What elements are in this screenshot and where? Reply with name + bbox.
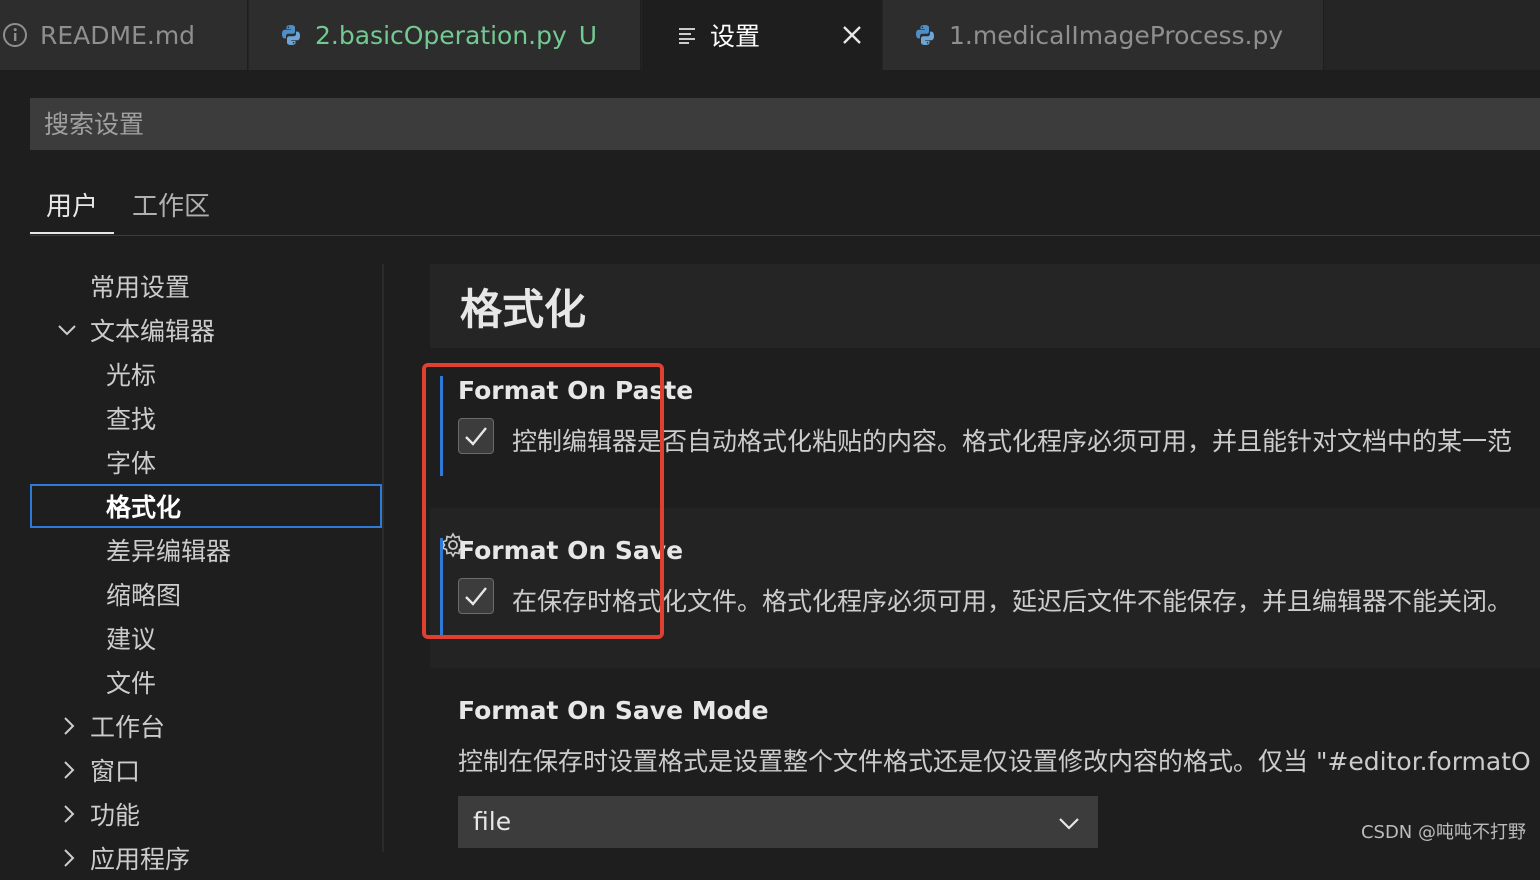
- toc-label: 字体: [106, 444, 156, 480]
- tab-medical-image-process[interactable]: 1.medicalImageProcess.py: [883, 0, 1324, 70]
- chevron-right-icon: [58, 847, 80, 869]
- toc-label: 查找: [106, 400, 156, 436]
- toc-label: 差异编辑器: [106, 532, 231, 568]
- toc-label: 格式化: [106, 488, 181, 524]
- toc-item-diff-editor[interactable]: 差异编辑器: [30, 528, 382, 572]
- setting-description: 控制编辑器是否自动格式化粘贴的内容。格式化程序必须可用，并且能针对文档中的某一范: [512, 422, 1512, 458]
- toc-label: 缩略图: [106, 576, 181, 612]
- tab-label: 1.medicalImageProcess.py: [949, 21, 1283, 50]
- toc-item-cursor[interactable]: 光标: [30, 352, 382, 396]
- select-value: file: [473, 807, 511, 836]
- chevron-right-icon: [58, 715, 80, 737]
- search-settings-input[interactable]: [30, 98, 1540, 150]
- format-on-paste-checkbox[interactable]: [458, 418, 494, 454]
- toc-label: 常用设置: [90, 268, 190, 304]
- tab-label: 2.basicOperation.py: [315, 21, 567, 50]
- setting-title: Format On Paste: [458, 376, 693, 405]
- toc-label: 光标: [106, 356, 156, 392]
- untracked-badge: U: [579, 21, 597, 50]
- tab-readme[interactable]: README.md: [0, 0, 248, 70]
- toc-item-find[interactable]: 查找: [30, 396, 382, 440]
- python-icon: [913, 23, 937, 47]
- setting-format-on-paste: Format On Paste 控制编辑器是否自动格式化粘贴的内容。格式化程序必…: [430, 348, 1540, 508]
- toc-item-commonly-used[interactable]: 常用设置: [30, 264, 382, 308]
- editor-tab-bar: README.md 2.basicOperation.py U 设置 1.med…: [0, 0, 1540, 70]
- close-icon[interactable]: [839, 22, 865, 48]
- toc-item-workbench[interactable]: 工作台: [30, 704, 382, 748]
- info-icon: [2, 22, 28, 48]
- section-header: 格式化: [430, 264, 1540, 348]
- setting-description: 控制在保存时设置格式是设置整个文件格式还是仅设置修改内容的格式。仅当 "#edi…: [458, 742, 1531, 778]
- toc-label: 文件: [106, 664, 156, 700]
- setting-title: Format On Save Mode: [458, 696, 769, 725]
- watermark: CSDN @吨吨不打野: [1361, 818, 1526, 844]
- toc-item-window[interactable]: 窗口: [30, 748, 382, 792]
- toc-item-files[interactable]: 文件: [30, 660, 382, 704]
- tab-label: README.md: [40, 21, 195, 50]
- chevron-right-icon: [58, 803, 80, 825]
- toc-item-formatting[interactable]: 格式化: [30, 484, 382, 528]
- check-icon: [459, 579, 493, 613]
- tab-workspace[interactable]: 工作区: [116, 186, 226, 234]
- settings-toc: 常用设置 文本编辑器 光标 查找 字体 格式化 差异编辑器 缩略图 建议 文件 …: [30, 264, 382, 852]
- modified-indicator: [440, 538, 443, 638]
- toc-label: 应用程序: [90, 840, 190, 876]
- python-icon: [279, 23, 303, 47]
- tab-label: 设置: [710, 17, 760, 53]
- format-on-save-mode-select[interactable]: file: [458, 796, 1098, 848]
- format-on-save-checkbox[interactable]: [458, 578, 494, 614]
- check-icon: [459, 419, 493, 453]
- chevron-right-icon: [58, 759, 80, 781]
- toc-item-text-editor[interactable]: 文本编辑器: [30, 308, 382, 352]
- section-title: 格式化: [460, 276, 586, 337]
- setting-description: 在保存时格式化文件。格式化程序必须可用，延迟后文件不能保存，并且编辑器不能关闭。: [512, 582, 1512, 618]
- tab-settings[interactable]: 设置: [642, 0, 882, 70]
- toc-label: 文本编辑器: [90, 312, 215, 348]
- toc-item-font[interactable]: 字体: [30, 440, 382, 484]
- list-icon: [678, 25, 698, 45]
- setting-title: Format On Save: [458, 536, 683, 565]
- chevron-down-icon: [56, 319, 78, 341]
- tab-user[interactable]: 用户: [30, 186, 114, 234]
- chevron-down-icon: [1057, 811, 1081, 835]
- toc-label: 功能: [90, 796, 140, 832]
- modified-indicator: [440, 376, 443, 476]
- toc-label: 工作台: [90, 708, 165, 744]
- toc-item-application[interactable]: 应用程序: [30, 836, 382, 880]
- toc-item-features[interactable]: 功能: [30, 792, 382, 836]
- toc-item-minimap[interactable]: 缩略图: [30, 572, 382, 616]
- toc-item-suggestions[interactable]: 建议: [30, 616, 382, 660]
- toc-label: 窗口: [90, 752, 140, 788]
- setting-format-on-save: Format On Save 在保存时格式化文件。格式化程序必须可用，延迟后文件…: [430, 508, 1540, 668]
- tab-basic-operation[interactable]: 2.basicOperation.py U: [249, 0, 641, 70]
- toc-label: 建议: [106, 620, 156, 656]
- settings-scope-tabs: 用户 工作区: [30, 172, 1540, 236]
- settings-list: 格式化 Format On Paste 控制编辑器是否自动格式化粘贴的内容。格式…: [384, 264, 1540, 852]
